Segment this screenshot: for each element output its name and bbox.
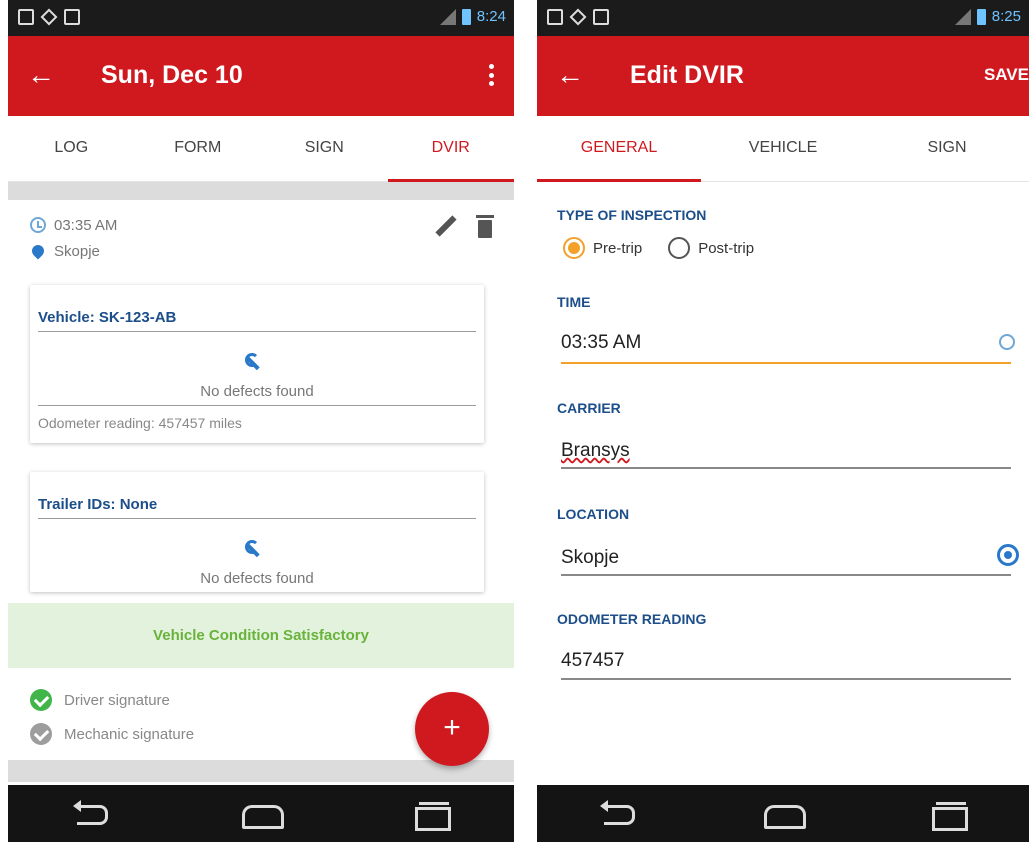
check-circle-icon <box>30 723 52 745</box>
edit-icon[interactable] <box>434 214 456 240</box>
status-time: 8:24 <box>476 8 506 25</box>
wrench-icon <box>244 353 262 371</box>
nav-recent-icon[interactable] <box>405 799 455 831</box>
app-bar: ← Sun, Dec 10 <box>8 36 514 116</box>
system-nav-bar <box>537 785 1029 842</box>
carrier-label: CARRIER <box>557 400 621 416</box>
check-circle-icon <box>30 689 52 711</box>
status-bar: 8:24 <box>8 0 514 36</box>
nav-home-icon[interactable] <box>758 799 808 829</box>
driver-signature-row[interactable]: Driver signature <box>30 683 194 717</box>
pre-trip-label: Pre-trip <box>593 239 643 257</box>
app-bar: ← Edit DVIR SAVE <box>537 36 1029 116</box>
mechanic-signature-row[interactable]: Mechanic signature <box>30 717 194 751</box>
time-label: TIME <box>557 294 591 310</box>
page-title: Sun, Dec 10 <box>101 61 243 89</box>
tab-vehicle[interactable]: VEHICLE <box>701 116 865 181</box>
tab-bar: LOG FORM SIGN DVIR <box>8 116 514 182</box>
trailer-card[interactable]: Trailer IDs: None No defects found <box>30 472 484 592</box>
system-nav-bar <box>8 785 514 842</box>
entry-meta: 03:35 AM Skopje <box>29 212 118 264</box>
tab-bar: GENERAL VEHICLE SIGN <box>537 116 1029 182</box>
signal-icon <box>954 8 971 25</box>
tab-sign[interactable]: SIGN <box>865 116 1029 181</box>
sync-icon <box>40 8 58 26</box>
carrier-value: Bransys <box>561 440 630 461</box>
wrench-icon <box>244 540 262 558</box>
clock-icon[interactable] <box>999 334 1015 350</box>
pin-icon <box>29 242 47 260</box>
location-field[interactable]: Skopje <box>561 540 1011 576</box>
nav-back-icon[interactable] <box>594 799 644 829</box>
tab-form[interactable]: FORM <box>135 116 262 181</box>
vehicle-card[interactable]: Vehicle: SK-123-AB No defects found Odom… <box>30 285 484 443</box>
tab-general[interactable]: GENERAL <box>537 116 701 182</box>
driver-signature-label: Driver signature <box>64 691 170 709</box>
odometer-field[interactable]: 457457 <box>561 643 1011 679</box>
entry-time: 03:35 AM <box>54 216 118 234</box>
notification-icon <box>547 9 563 25</box>
status-time: 8:25 <box>991 8 1021 25</box>
image-icon <box>64 9 80 25</box>
my-location-icon[interactable] <box>997 544 1019 566</box>
inspection-type-group: Pre-trip Post-trip <box>563 237 754 259</box>
vehicle-title: Vehicle: SK-123-AB <box>38 309 177 326</box>
radio-unchecked-icon <box>668 237 691 259</box>
page-title: Edit DVIR <box>630 61 744 89</box>
signature-list: Driver signature Mechanic signature <box>30 683 194 751</box>
odometer-label: ODOMETER READING <box>557 611 707 627</box>
divider <box>8 182 514 200</box>
type-of-inspection-label: TYPE OF INSPECTION <box>557 207 707 223</box>
clock-icon <box>30 217 46 233</box>
vehicle-defects-status: No defects found <box>200 383 314 400</box>
status-bar: 8:25 <box>537 0 1029 36</box>
trailer-defects-status: No defects found <box>200 570 314 587</box>
more-vert-icon[interactable] <box>482 60 500 90</box>
notification-icon <box>18 9 34 25</box>
carrier-field[interactable]: Bransys <box>561 433 1011 469</box>
post-trip-radio[interactable]: Post-trip <box>668 237 754 259</box>
post-trip-label: Post-trip <box>698 239 755 257</box>
location-label: LOCATION <box>557 506 630 522</box>
nav-back-icon[interactable] <box>67 799 117 829</box>
nav-recent-icon[interactable] <box>922 799 972 831</box>
trailer-title: Trailer IDs: None <box>38 496 158 513</box>
dvir-view-screen: 8:24 ← Sun, Dec 10 LOG FORM SIGN DVIR 03… <box>8 0 514 842</box>
tab-dvir[interactable]: DVIR <box>387 116 515 182</box>
edit-dvir-screen: 8:25 ← Edit DVIR SAVE GENERAL VEHICLE SI… <box>537 0 1029 842</box>
battery-icon <box>976 8 986 25</box>
battery-icon <box>461 8 471 25</box>
nav-home-icon[interactable] <box>236 799 286 829</box>
sync-icon <box>569 8 587 26</box>
back-arrow-icon[interactable]: ← <box>553 60 587 92</box>
signal-icon <box>439 8 456 25</box>
mechanic-signature-label: Mechanic signature <box>64 725 195 743</box>
add-button[interactable]: + <box>415 692 489 766</box>
condition-status: Vehicle Condition Satisfactory <box>8 603 514 668</box>
tab-log[interactable]: LOG <box>8 116 135 181</box>
time-field[interactable]: 03:35 AM <box>561 325 1011 361</box>
back-arrow-icon[interactable]: ← <box>24 60 58 92</box>
trash-icon[interactable] <box>474 214 496 240</box>
tab-sign[interactable]: SIGN <box>261 116 388 181</box>
image-icon <box>593 9 609 25</box>
save-button[interactable]: SAVE <box>984 65 1029 85</box>
odometer-reading: Odometer reading: 457457 miles <box>38 415 242 431</box>
radio-checked-icon <box>563 237 585 259</box>
entry-location: Skopje <box>54 242 100 260</box>
pre-trip-radio[interactable]: Pre-trip <box>563 237 642 259</box>
